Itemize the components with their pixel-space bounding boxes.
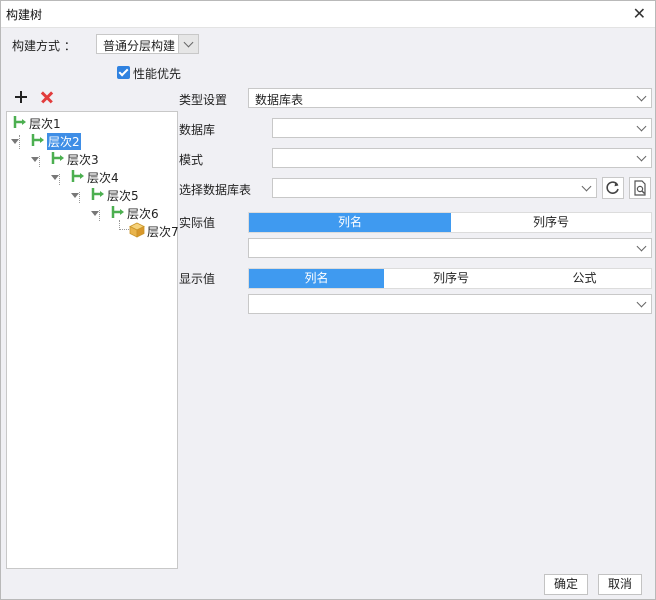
expand-triangle-icon[interactable] — [11, 139, 19, 144]
tab-actual-column-index[interactable]: 列序号 — [451, 213, 651, 232]
title-bar: 构建树 ✕ — [1, 1, 655, 28]
expand-triangle-icon[interactable] — [71, 193, 79, 198]
hierarchy-icon — [91, 188, 104, 200]
tree-node-label: 层次5 — [107, 189, 139, 203]
build-method-value: 普通分层构建 — [103, 39, 176, 53]
refresh-button[interactable] — [602, 177, 624, 199]
chevron-down-icon[interactable] — [631, 239, 651, 257]
display-value-tabs: 列名 列序号 公式 — [248, 268, 652, 289]
type-setting-value: 数据库表 — [255, 93, 304, 107]
close-icon[interactable]: ✕ — [633, 4, 646, 23]
expand-triangle-icon[interactable] — [51, 175, 59, 180]
chevron-down-icon[interactable] — [631, 89, 651, 107]
type-setting-label: 类型设置 — [179, 93, 228, 107]
table-select[interactable] — [272, 178, 597, 198]
actual-value-tabs: 列名 列序号 — [248, 212, 652, 233]
tree-node-label: 层次2 — [47, 133, 81, 150]
database-select[interactable] — [272, 118, 652, 138]
plus-icon[interactable] — [13, 89, 29, 105]
performance-first-checkbox[interactable] — [117, 66, 130, 79]
hierarchy-icon — [111, 206, 124, 218]
performance-first-label: 性能优先 — [133, 67, 182, 81]
preview-search-icon — [634, 180, 646, 196]
actual-value-label: 实际值 — [179, 216, 216, 230]
hierarchy-icon — [13, 116, 26, 128]
tab-display-column-index[interactable]: 列序号 — [384, 269, 518, 288]
hierarchy-tree[interactable]: 层次1 层次2 层次3 层次4 层次5 层次6 层次7 — [6, 111, 179, 569]
chevron-down-icon[interactable] — [631, 119, 651, 137]
tree-node-label: 层次6 — [127, 207, 159, 221]
database-label: 数据库 — [179, 123, 216, 137]
build-method-select[interactable]: 普通分层构建 — [96, 34, 199, 54]
tab-actual-column-name[interactable]: 列名 — [249, 213, 451, 232]
schema-label: 模式 — [179, 153, 204, 167]
display-value-select[interactable] — [248, 294, 652, 314]
build-tree-dialog: 构建树 ✕ 构建方式 ： 普通分层构建 性能优先 层次1 层次2 层次3 层次4… — [0, 0, 656, 600]
expand-triangle-icon[interactable] — [91, 211, 99, 216]
schema-select[interactable] — [272, 148, 652, 168]
delete-x-icon[interactable] — [39, 89, 55, 105]
select-table-label: 选择数据库表 — [179, 183, 252, 197]
type-setting-select[interactable]: 数据库表 — [248, 88, 652, 108]
tab-display-column-name[interactable]: 列名 — [249, 269, 384, 288]
cancel-button[interactable]: 取消 — [598, 574, 642, 595]
ok-button[interactable]: 确定 — [544, 574, 588, 595]
hierarchy-icon — [71, 170, 84, 182]
tree-node-label: 层次3 — [67, 153, 99, 167]
build-method-label: 构建方式 ： — [12, 39, 76, 53]
chevron-down-icon[interactable] — [631, 149, 651, 167]
expand-triangle-icon[interactable] — [31, 157, 39, 162]
hierarchy-icon — [31, 134, 44, 146]
chevron-down-icon[interactable] — [178, 35, 198, 53]
tab-display-formula[interactable]: 公式 — [518, 269, 651, 288]
chevron-down-icon[interactable] — [576, 179, 596, 197]
refresh-icon — [606, 181, 619, 194]
window-title: 构建树 — [6, 8, 43, 22]
display-value-label: 显示值 — [179, 272, 216, 286]
tree-node-label: 层次4 — [87, 171, 119, 185]
cube-icon — [129, 222, 145, 238]
tree-node-label: 层次1 — [29, 117, 61, 131]
tree-node-label: 层次7 — [147, 225, 179, 239]
chevron-down-icon[interactable] — [631, 295, 651, 313]
preview-table-button[interactable] — [629, 177, 651, 199]
actual-value-select[interactable] — [248, 238, 652, 258]
hierarchy-icon — [51, 152, 64, 164]
